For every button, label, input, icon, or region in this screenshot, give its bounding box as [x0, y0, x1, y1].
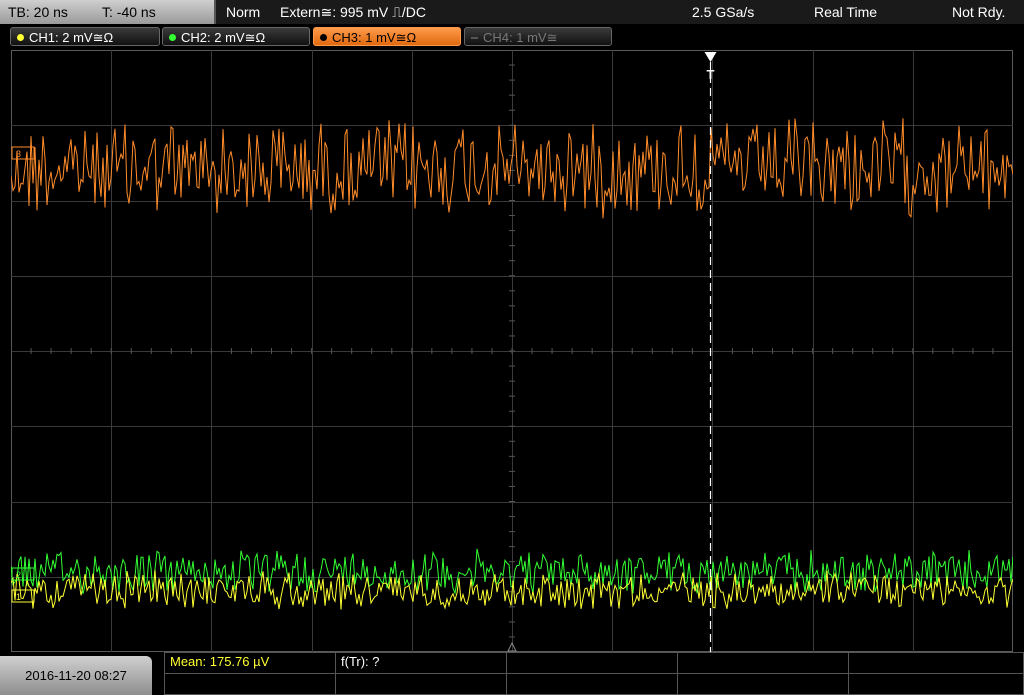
ch4-label: CH4: 1 mV≅: [483, 30, 558, 45]
trigger-offset-value[interactable]: T: -40 ns: [102, 0, 156, 24]
measurement-slot-6[interactable]: [164, 673, 336, 695]
ch3-ref-marker: 3: [16, 149, 21, 159]
datetime-value: 2016-11-20 08:27: [25, 668, 127, 683]
ch1-label: CH1: 2 mV≅Ω: [29, 30, 114, 45]
ch2-ref-marker: 2: [16, 570, 21, 580]
ch3-label: CH3: 1 mV≅Ω: [332, 30, 417, 45]
ch3-indicator-icon: [320, 34, 327, 42]
measurement-mean[interactable]: Mean: 175.76 µV: [164, 652, 336, 674]
waveform-canvas[interactable]: T 3 2 1: [11, 50, 1013, 652]
tab-ch4[interactable]: CH4: 1 mV≅: [464, 27, 612, 46]
timebase-panel[interactable]: TB: 20 ns T: -40 ns: [0, 0, 216, 24]
measurement-slot-10[interactable]: [848, 673, 1024, 695]
tab-ch1[interactable]: CH1: 2 mV≅Ω: [10, 27, 160, 46]
measurement-slot-7[interactable]: [335, 673, 507, 695]
acquisition-mode[interactable]: Real Time: [814, 0, 877, 24]
measurement-slot-9[interactable]: [677, 673, 849, 695]
measurement-panel: Mean: 175.76 µV f(Tr): ?: [164, 652, 1024, 695]
waveform-display[interactable]: T 3 2 1: [11, 50, 1013, 652]
ch1-ref-marker: 1: [16, 592, 21, 602]
measurement-slot-8[interactable]: [506, 673, 678, 695]
trigger-panel[interactable]: Norm Extern≅: 995 mV ⎍/DC 2.5 GSa/s Real…: [216, 0, 1024, 24]
trigger-label: T: [707, 67, 715, 82]
measurement-slot-5[interactable]: [848, 652, 1024, 674]
channel-tabs: CH1: 2 mV≅Ω CH2: 2 mV≅Ω CH3: 1 mV≅Ω CH4:…: [0, 25, 1024, 49]
ch1-indicator-icon: [17, 34, 24, 42]
ch2-label: CH2: 2 mV≅Ω: [181, 30, 266, 45]
ch2-indicator-icon: [169, 34, 176, 42]
acquisition-state: Not Rdy.: [952, 4, 1006, 20]
sample-rate[interactable]: 2.5 GSa/s: [692, 0, 754, 24]
datetime-display: 2016-11-20 08:27: [0, 656, 152, 695]
timebase-value[interactable]: TB: 20 ns: [8, 0, 68, 24]
measurement-mean-value: Mean: 175.76 µV: [170, 654, 270, 669]
status-bar: TB: 20 ns T: -40 ns Norm Extern≅: 995 mV…: [0, 0, 1024, 25]
measurement-slot-4[interactable]: [677, 652, 849, 674]
ch4-indicator-icon: [471, 36, 478, 39]
trigger-source[interactable]: Extern≅: 995 mV ⎍/DC: [280, 0, 426, 24]
tab-ch2[interactable]: CH2: 2 mV≅Ω: [162, 27, 310, 46]
tab-ch3[interactable]: CH3: 1 mV≅Ω: [313, 27, 461, 46]
measurement-rise-freq-value: f(Tr): ?: [341, 654, 380, 669]
measurement-rise-freq[interactable]: f(Tr): ?: [335, 652, 507, 674]
measurement-slot-3[interactable]: [506, 652, 678, 674]
trigger-mode[interactable]: Norm: [226, 0, 260, 24]
